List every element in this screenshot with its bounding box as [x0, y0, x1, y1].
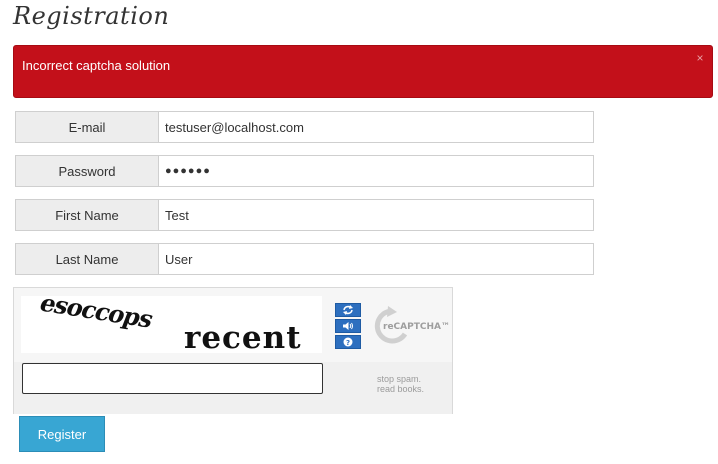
- first-name-field[interactable]: Test: [158, 199, 594, 231]
- captcha-word-2: recent: [184, 320, 302, 353]
- page-title: Registration: [13, 2, 170, 30]
- email-field[interactable]: testuser@localhost.com: [158, 111, 594, 143]
- alert-message: Incorrect captcha solution: [22, 58, 171, 73]
- password-row: Password ●●●●●●: [15, 155, 594, 187]
- tagline-line-1: stop spam.: [377, 374, 422, 384]
- email-row: E-mail testuser@localhost.com: [15, 111, 594, 143]
- audio-icon[interactable]: [335, 319, 361, 333]
- captcha-answer-input[interactable]: [22, 363, 323, 394]
- recaptcha-brand: reCAPTCHA™: [383, 322, 449, 332]
- registration-page: Registration Incorrect captcha solution …: [0, 0, 718, 464]
- register-button[interactable]: Register: [19, 416, 105, 452]
- refresh-icon[interactable]: [335, 303, 361, 317]
- last-name-label: Last Name: [15, 243, 158, 275]
- tagline-line-2: read books.: [377, 384, 425, 394]
- captcha-tagline: stop spam. read books.: [377, 374, 424, 394]
- last-name-row: Last Name User: [15, 243, 594, 275]
- svg-text:?: ?: [346, 339, 350, 347]
- close-icon[interactable]: ×: [694, 52, 706, 64]
- captcha-controls: ?: [335, 303, 361, 351]
- captcha-image: esoccops recent: [21, 288, 322, 356]
- recaptcha-widget: esoccops recent ? reCAPTCHA™ stop spam. …: [13, 287, 453, 414]
- help-icon[interactable]: ?: [335, 335, 361, 349]
- first-name-row: First Name Test: [15, 199, 594, 231]
- recaptcha-logo: reCAPTCHA™: [373, 306, 450, 346]
- email-label: E-mail: [15, 111, 158, 143]
- captcha-word-1: esoccops: [36, 296, 158, 333]
- password-label: Password: [15, 155, 158, 187]
- error-alert: Incorrect captcha solution ×: [13, 45, 713, 98]
- first-name-label: First Name: [15, 199, 158, 231]
- password-field[interactable]: ●●●●●●: [158, 155, 594, 187]
- last-name-field[interactable]: User: [158, 243, 594, 275]
